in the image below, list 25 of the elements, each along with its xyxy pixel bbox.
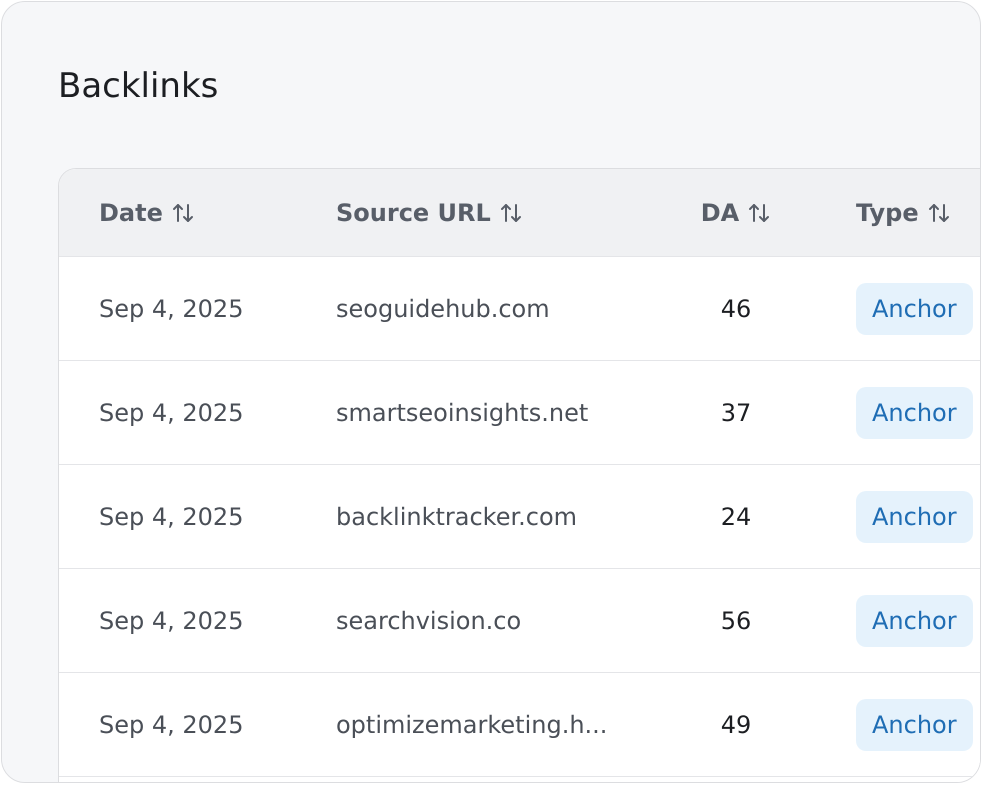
- url-cell-text: seoguidehub.com: [336, 294, 551, 322]
- column-header: Date: [99, 198, 163, 226]
- url-cell-text: smartseoinsights.net: [336, 398, 590, 426]
- column-header: DA: [700, 198, 740, 226]
- date-cell-text: Sep 4, 2025: [98, 606, 244, 634]
- url-cell-text: optimizemarketing.h...: [336, 710, 608, 738]
- column-header: Source URL: [336, 198, 491, 226]
- date-cell-text: Sep 4, 2025: [98, 398, 244, 426]
- date-cell-text: Sep 4, 2025: [98, 502, 244, 530]
- page-title: Backlinks: [58, 65, 220, 108]
- da-cell-text: 37: [720, 398, 752, 426]
- da-cell-text: 24: [720, 502, 752, 530]
- type-tag: Anchor: [856, 282, 973, 334]
- type-tag: Anchor: [856, 698, 973, 750]
- da-cell-text: 46: [720, 294, 752, 322]
- da-cell-text: 49: [720, 710, 752, 738]
- url-cell-text: backlinktracker.com: [336, 502, 578, 530]
- type-tag: Anchor: [856, 490, 973, 542]
- url-cell-text: searchvision.co: [336, 606, 522, 634]
- date-cell-text: Sep 4, 2025: [98, 294, 244, 322]
- type-tag: Anchor: [856, 594, 973, 646]
- column-header: Type: [856, 198, 919, 226]
- da-cell-text: 56: [720, 606, 752, 634]
- type-tag: Anchor: [856, 386, 973, 438]
- date-cell-text: Sep 4, 2025: [98, 710, 244, 738]
